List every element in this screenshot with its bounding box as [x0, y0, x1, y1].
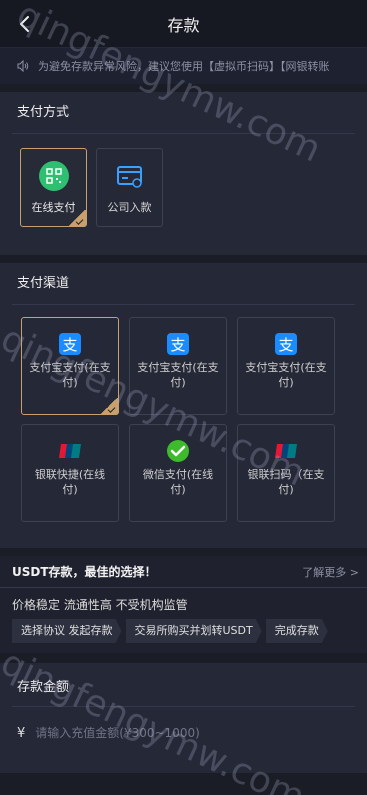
usdt-step-1: 选择协议 发起存款 [12, 619, 122, 643]
channel-section: 支付渠道 支 支付宝支付(在支付) 支 支付宝支付(在支付) 支 支付宝支付(在… [0, 263, 367, 548]
alipay-icon: 支 [275, 333, 297, 355]
amount-title: 存款金额 [12, 663, 355, 707]
channel-unionpay-scan[interactable]: 银联扫码（在支付) [237, 424, 335, 522]
channel-alipay-2-label: 支付宝支付(在支付) [137, 361, 219, 389]
selected-check-icon [100, 398, 118, 414]
channel-unionpay-scan-label: 银联扫码（在支付) [247, 468, 325, 496]
channel-wechat-label: 微信支付(在线付) [142, 468, 214, 496]
method-company-label: 公司入款 [107, 200, 152, 214]
svg-text:支: 支 [278, 336, 293, 354]
notice-bar: 为避免存款异常风险，建议您使用【虚拟币扫码】【网银转账 [0, 48, 367, 84]
unionpay-icon [59, 444, 81, 458]
back-arrow-icon[interactable] [14, 13, 36, 35]
usdt-subtitle: 价格稳定 流通性高 不受机构监管 [12, 598, 188, 612]
notice-text: 为避免存款异常风险，建议您使用【虚拟币扫码】【网银转账 [38, 60, 330, 73]
channel-alipay-1[interactable]: 支 支付宝支付(在支付) [21, 317, 119, 415]
svg-text:支: 支 [170, 336, 185, 354]
currency-symbol: ¥ [17, 725, 26, 741]
page-title: 存款 [167, 15, 200, 35]
channel-alipay-3[interactable]: 支 支付宝支付(在支付) [237, 317, 335, 415]
top-bar: 存款 [0, 0, 367, 48]
amount-section: 存款金额 ¥ [0, 663, 367, 773]
payment-method-section: 支付方式 在线支付 公司入款 [0, 92, 367, 255]
channel-unionpay-quick-label: 银联快捷(在线付) [34, 468, 106, 496]
method-online-payment[interactable]: 在线支付 [20, 148, 87, 227]
usdt-step-2: 交易所购买并划转USDT [126, 619, 262, 643]
speaker-icon [17, 59, 29, 73]
selected-check-icon [68, 210, 86, 226]
channel-alipay-3-label: 支付宝支付(在支付) [245, 361, 327, 389]
usdt-title: USDT存款，最佳的选择！ [12, 565, 157, 579]
method-company-deposit[interactable]: 公司入款 [96, 148, 163, 227]
channel-wechat-pay[interactable]: 微信支付(在线付) [129, 424, 227, 522]
alipay-icon: 支 [167, 333, 189, 355]
bank-card-icon [116, 165, 142, 188]
amount-input[interactable] [35, 726, 316, 740]
channel-alipay-2[interactable]: 支 支付宝支付(在支付) [129, 317, 227, 415]
usdt-steps: 选择协议 发起存款 交易所购买并划转USDT 完成存款 [0, 619, 367, 643]
wechat-pay-icon [167, 440, 189, 462]
qr-scan-icon [38, 160, 69, 191]
channel-alipay-1-label: 支付宝支付(在支付) [29, 361, 111, 389]
unionpay-icon [275, 444, 297, 458]
learn-more-link[interactable]: 了解更多 > [302, 564, 359, 580]
usdt-step-3: 完成存款 [266, 619, 328, 643]
payment-method-title: 支付方式 [12, 92, 355, 134]
channel-title: 支付渠道 [12, 263, 355, 305]
channel-unionpay-quick[interactable]: 银联快捷(在线付) [21, 424, 119, 522]
usdt-promo: USDT存款，最佳的选择！ 了解更多 > 价格稳定 流通性高 不受机构监管 选择… [0, 556, 367, 653]
svg-text:支: 支 [62, 336, 77, 354]
alipay-icon: 支 [59, 333, 81, 355]
